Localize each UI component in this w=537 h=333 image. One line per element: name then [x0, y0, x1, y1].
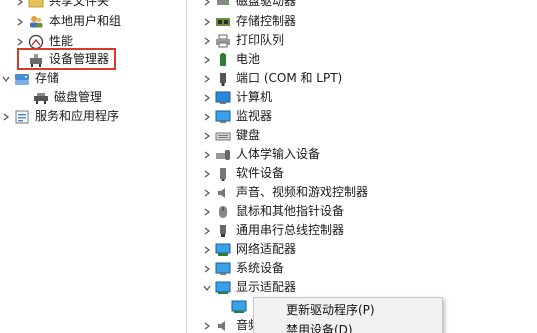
tree-item-storage[interactable]: 存储: [0, 69, 59, 88]
chevron-right-icon[interactable]: [201, 88, 213, 107]
chevron-right-icon[interactable]: [201, 164, 213, 183]
device-category-software-devices[interactable]: 软件设备: [201, 164, 284, 183]
device-category-display-adapters[interactable]: 显示适配器: [201, 278, 296, 297]
device-category-label: 磁盘驱动器: [236, 0, 297, 8]
tree-item-services-apps[interactable]: 服务和应用程序: [0, 107, 119, 126]
chevron-right-icon[interactable]: [14, 12, 26, 31]
disk-management-icon: [33, 90, 49, 106]
device-category-system-devices[interactable]: 系统设备: [201, 259, 284, 278]
chevron-down-icon[interactable]: [201, 278, 213, 297]
chevron-right-icon[interactable]: [201, 183, 213, 202]
device-category-sound[interactable]: 声音、视频和游戏控制器: [201, 183, 368, 202]
device-category-label: 软件设备: [236, 166, 285, 180]
storage-icon: [14, 71, 30, 87]
device-manager-icon: [28, 52, 44, 68]
tree-item-disk-management[interactable]: 磁盘管理: [33, 88, 102, 107]
tree-item-label: 存储: [35, 71, 60, 85]
chevron-right-icon[interactable]: [201, 69, 213, 88]
mouse-icon: [215, 204, 231, 220]
chevron-right-icon[interactable]: [201, 145, 213, 164]
software-device-icon: [215, 166, 231, 182]
menu-item-update-driver[interactable]: 更新驱动程序(P): [254, 300, 442, 320]
device-category-label: 人体学输入设备: [236, 147, 321, 161]
device-category-label: 声音、视频和游戏控制器: [236, 185, 369, 199]
network-adapter-icon: [215, 242, 231, 258]
system-device-icon: [215, 261, 231, 277]
display-adapter-icon: [215, 280, 231, 296]
chevron-right-icon[interactable]: [201, 0, 213, 11]
device-category-label: 系统设备: [236, 261, 285, 275]
disk-drive-icon: [215, 0, 231, 10]
chevron-right-icon[interactable]: [201, 202, 213, 221]
computer-icon: [215, 90, 231, 106]
tree-item-device-manager[interactable]: 设备管理器: [28, 50, 109, 69]
tree-item-label: 磁盘管理: [54, 90, 103, 104]
device-category-usb[interactable]: 通用串行总线控制器: [201, 221, 344, 240]
tree-item-local-users-groups[interactable]: 本地用户和组: [14, 12, 121, 31]
audio-icon: [215, 318, 231, 333]
device-category-ports[interactable]: 端口 (COM 和 LPT): [201, 69, 342, 88]
device-category-label: 键盘: [236, 128, 261, 142]
device-category-computer[interactable]: 计算机: [201, 88, 272, 107]
speaker-icon: [215, 185, 231, 201]
chevron-right-icon[interactable]: [201, 316, 213, 333]
device-category-audio[interactable]: 音频: [201, 316, 260, 333]
device-category-keyboards[interactable]: 键盘: [201, 126, 260, 145]
tree-item-label: 服务和应用程序: [35, 109, 120, 123]
chevron-right-icon[interactable]: [201, 107, 213, 126]
chevron-right-icon[interactable]: [201, 50, 213, 69]
console-tree-pane: 共享文件夹 本地用户和组 性能 设备管理器 存储 磁盘管理 服务和应用程序: [0, 0, 186, 333]
chevron-right-icon[interactable]: [201, 31, 213, 50]
chevron-right-icon[interactable]: [0, 107, 12, 126]
device-category-label: 打印队列: [236, 33, 285, 47]
device-category-print-queues[interactable]: 打印队列: [201, 31, 284, 50]
tree-item-label: 设备管理器: [49, 52, 110, 66]
device-category-hid[interactable]: 人体学输入设备: [201, 145, 320, 164]
port-icon: [215, 71, 231, 87]
usb-icon: [215, 223, 231, 239]
chevron-right-icon[interactable]: [201, 221, 213, 240]
services-apps-icon: [14, 109, 30, 125]
context-menu: 更新驱动程序(P) 禁用设备(D): [253, 297, 443, 333]
menu-item-disable-device[interactable]: 禁用设备(D): [254, 320, 442, 333]
device-category-label: 网络适配器: [236, 242, 297, 256]
chevron-right-icon[interactable]: [14, 0, 26, 11]
device-tree-pane: 磁盘驱动器 存储控制器 打印队列 电池 端口 (COM 和 LPT) 计算机 监…: [187, 0, 537, 333]
users-group-icon: [28, 14, 44, 30]
chevron-right-icon[interactable]: [201, 259, 213, 278]
tree-item-label: 共享文件夹: [49, 0, 110, 8]
device-category-label: 显示适配器: [236, 280, 297, 294]
device-category-network-adapters[interactable]: 网络适配器: [201, 240, 296, 259]
device-category-label: 存储控制器: [236, 14, 297, 28]
display-device-icon: [231, 299, 247, 315]
device-category-label: 计算机: [236, 90, 273, 104]
device-category-monitors[interactable]: 监视器: [201, 107, 272, 126]
hid-icon: [215, 147, 231, 163]
chevron-down-icon[interactable]: [0, 69, 12, 88]
device-category-disk-drives[interactable]: 磁盘驱动器: [201, 0, 296, 11]
device-category-label: 端口 (COM 和 LPT): [236, 71, 343, 85]
storage-controller-icon: [215, 14, 231, 30]
battery-icon: [215, 52, 231, 68]
device-category-mice[interactable]: 鼠标和其他指针设备: [201, 202, 344, 221]
tree-item-label: 本地用户和组: [49, 14, 122, 28]
monitor-icon: [215, 109, 231, 125]
printer-icon: [215, 33, 231, 49]
chevron-right-icon[interactable]: [201, 126, 213, 145]
device-category-label: 监视器: [236, 109, 273, 123]
device-category-label: 鼠标和其他指针设备: [236, 204, 345, 218]
chevron-right-icon[interactable]: [201, 12, 213, 31]
device-category-label: 电池: [236, 52, 261, 66]
display-adapter-device[interactable]: [231, 297, 252, 316]
device-category-batteries[interactable]: 电池: [201, 50, 260, 69]
device-category-storage-controllers[interactable]: 存储控制器: [201, 12, 296, 31]
chevron-right-icon[interactable]: [201, 240, 213, 259]
keyboard-icon: [215, 128, 231, 144]
tree-item-shared-folders[interactable]: 共享文件夹: [14, 0, 109, 11]
shared-folder-icon: [28, 0, 44, 10]
device-category-label: 通用串行总线控制器: [236, 223, 345, 237]
